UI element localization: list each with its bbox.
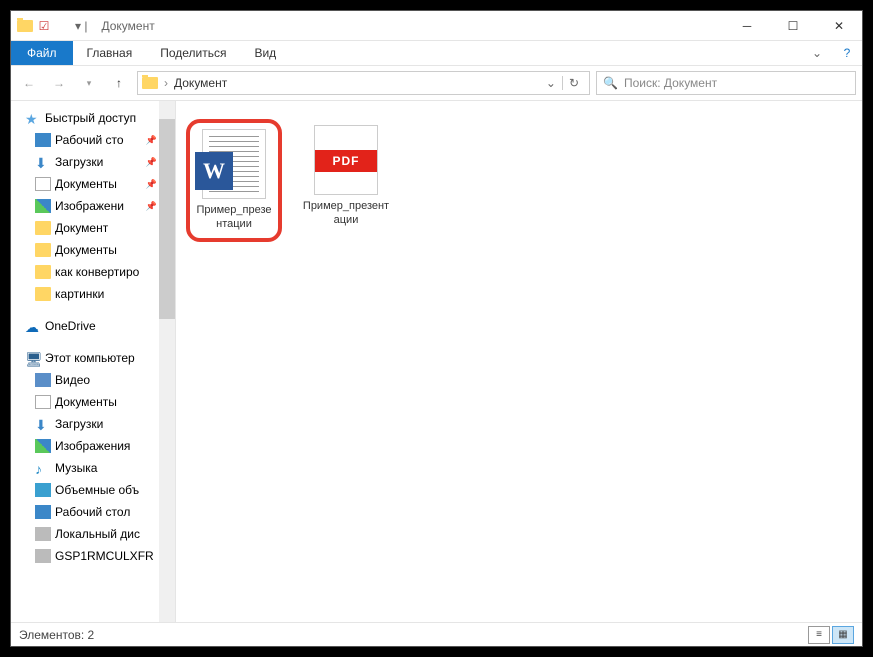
view-icons-button[interactable]: ▦ [832,626,854,644]
sidebar-item-dokument[interactable]: Документ [11,217,175,239]
disk-icon [35,527,51,541]
qat-dropdown[interactable]: ▾ | [75,19,87,33]
sidebar-item-this-pc[interactable]: 🖥Этот компьютер [11,347,175,369]
video-icon [35,373,51,387]
disk-icon [35,549,51,563]
sidebar-item-music[interactable]: ♪Музыка [11,457,175,479]
status-bar: Элементов: 2 ≡ ▦ [11,622,862,646]
sidebar-item-3d-objects[interactable]: Объемные объ [11,479,175,501]
up-button[interactable]: ↑ [107,71,131,95]
sidebar-item-documents3[interactable]: Документы [11,391,175,413]
view-details-button[interactable]: ≡ [808,626,830,644]
sidebar-item-desktop2[interactable]: Рабочий стол [11,501,175,523]
back-button[interactable]: ← [17,71,41,95]
sidebar-item-pictures2[interactable]: Изображения [11,435,175,457]
folder-icon [35,287,51,301]
forward-button[interactable]: → [47,71,71,95]
pin-icon: 📌 [146,201,157,212]
file-item-pdf[interactable]: PDF Пример_презентации [298,119,394,234]
search-box[interactable]: 🔍 Поиск: Документ [596,71,856,95]
file-list[interactable]: W Пример_презентации PDF Пример_презента… [176,101,862,622]
sidebar-item-convert[interactable]: как конвертиро [11,261,175,283]
star-icon: ★ [25,111,41,125]
tab-home[interactable]: Главная [73,41,147,65]
file-name: Пример_презентации [194,203,274,232]
address-dropdown-button[interactable]: ⌄ [546,76,556,90]
tab-file[interactable]: Файл [11,41,73,65]
documents-icon [35,395,51,409]
close-button[interactable]: ✕ [816,11,862,41]
sidebar-item-pictures[interactable]: Изображени📌 [11,195,175,217]
ribbon-expand-button[interactable]: ⌄ [802,41,832,65]
downloads-icon: ⬇ [35,155,51,169]
sidebar-item-kartinki[interactable]: картинки [11,283,175,305]
navigation-pane: ★Быстрый доступ Рабочий сто📌 ⬇Загрузки📌 … [11,101,176,622]
explorer-window: ☑ ▾ | Документ ─ ☐ ✕ Файл Главная Подели… [10,10,863,647]
music-icon: ♪ [35,461,51,475]
navigation-bar: ← → ▾ ↑ › Документ ⌄ ↻ 🔍 Поиск: Документ [11,65,862,101]
window-title: Документ [101,19,724,33]
folder-icon [17,20,33,32]
pin-icon: 📌 [146,135,157,146]
file-name: Пример_презентации [302,199,390,228]
sidebar-item-quick-access[interactable]: ★Быстрый доступ [11,107,175,129]
sidebar-item-documents2[interactable]: Документы [11,239,175,261]
folder-icon [142,77,158,89]
sidebar-item-downloads[interactable]: ⬇Загрузки📌 [11,151,175,173]
minimize-button[interactable]: ─ [724,11,770,41]
maximize-button[interactable]: ☐ [770,11,816,41]
sidebar-scrollbar[interactable] [159,101,175,622]
sidebar-item-gsp[interactable]: GSP1RMCULXFR [11,545,175,567]
sidebar-item-desktop[interactable]: Рабочий сто📌 [11,129,175,151]
onedrive-icon: ☁ [25,319,41,333]
recent-locations-button[interactable]: ▾ [77,71,101,95]
search-icon: 🔍 [603,76,618,90]
titlebar: ☑ ▾ | Документ ─ ☐ ✕ [11,11,862,41]
tab-view[interactable]: Вид [240,41,290,65]
sidebar-item-video[interactable]: Видео [11,369,175,391]
file-thumbnail: PDF [314,125,378,195]
search-placeholder: Поиск: Документ [624,76,717,90]
sidebar-item-downloads2[interactable]: ⬇Загрузки [11,413,175,435]
desktop-icon [35,133,51,147]
folder-icon [35,243,51,257]
quick-access-toolbar: ☑ ▾ | [11,19,93,33]
address-text: Документ [174,76,540,90]
refresh-button[interactable]: ↻ [562,76,585,90]
pin-icon: 📌 [146,179,157,190]
pin-icon: 📌 [146,157,157,168]
downloads-icon: ⬇ [35,417,51,431]
file-thumbnail: W [202,129,266,199]
sidebar-item-local-disk[interactable]: Локальный дис [11,523,175,545]
address-bar[interactable]: › Документ ⌄ ↻ [137,71,590,95]
tab-share[interactable]: Поделиться [146,41,240,65]
status-item-count: Элементов: 2 [19,628,94,642]
word-icon: W [195,152,233,190]
3d-icon [35,483,51,497]
ribbon: Файл Главная Поделиться Вид ⌄ ? [11,41,862,65]
desktop-icon [35,505,51,519]
sidebar-item-onedrive[interactable]: ☁OneDrive [11,315,175,337]
pdf-icon: PDF [315,150,377,172]
pictures-icon [35,439,51,453]
folder-icon [35,221,51,235]
documents-icon [35,177,51,191]
pictures-icon [35,199,51,213]
qat-button[interactable] [55,19,73,33]
folder-icon [35,265,51,279]
sidebar-item-documents[interactable]: Документы📌 [11,173,175,195]
qat-button[interactable]: ☑ [35,19,53,33]
help-button[interactable]: ? [832,41,862,65]
file-item-word[interactable]: W Пример_презентации [186,119,282,242]
pc-icon: 🖥 [25,351,41,365]
